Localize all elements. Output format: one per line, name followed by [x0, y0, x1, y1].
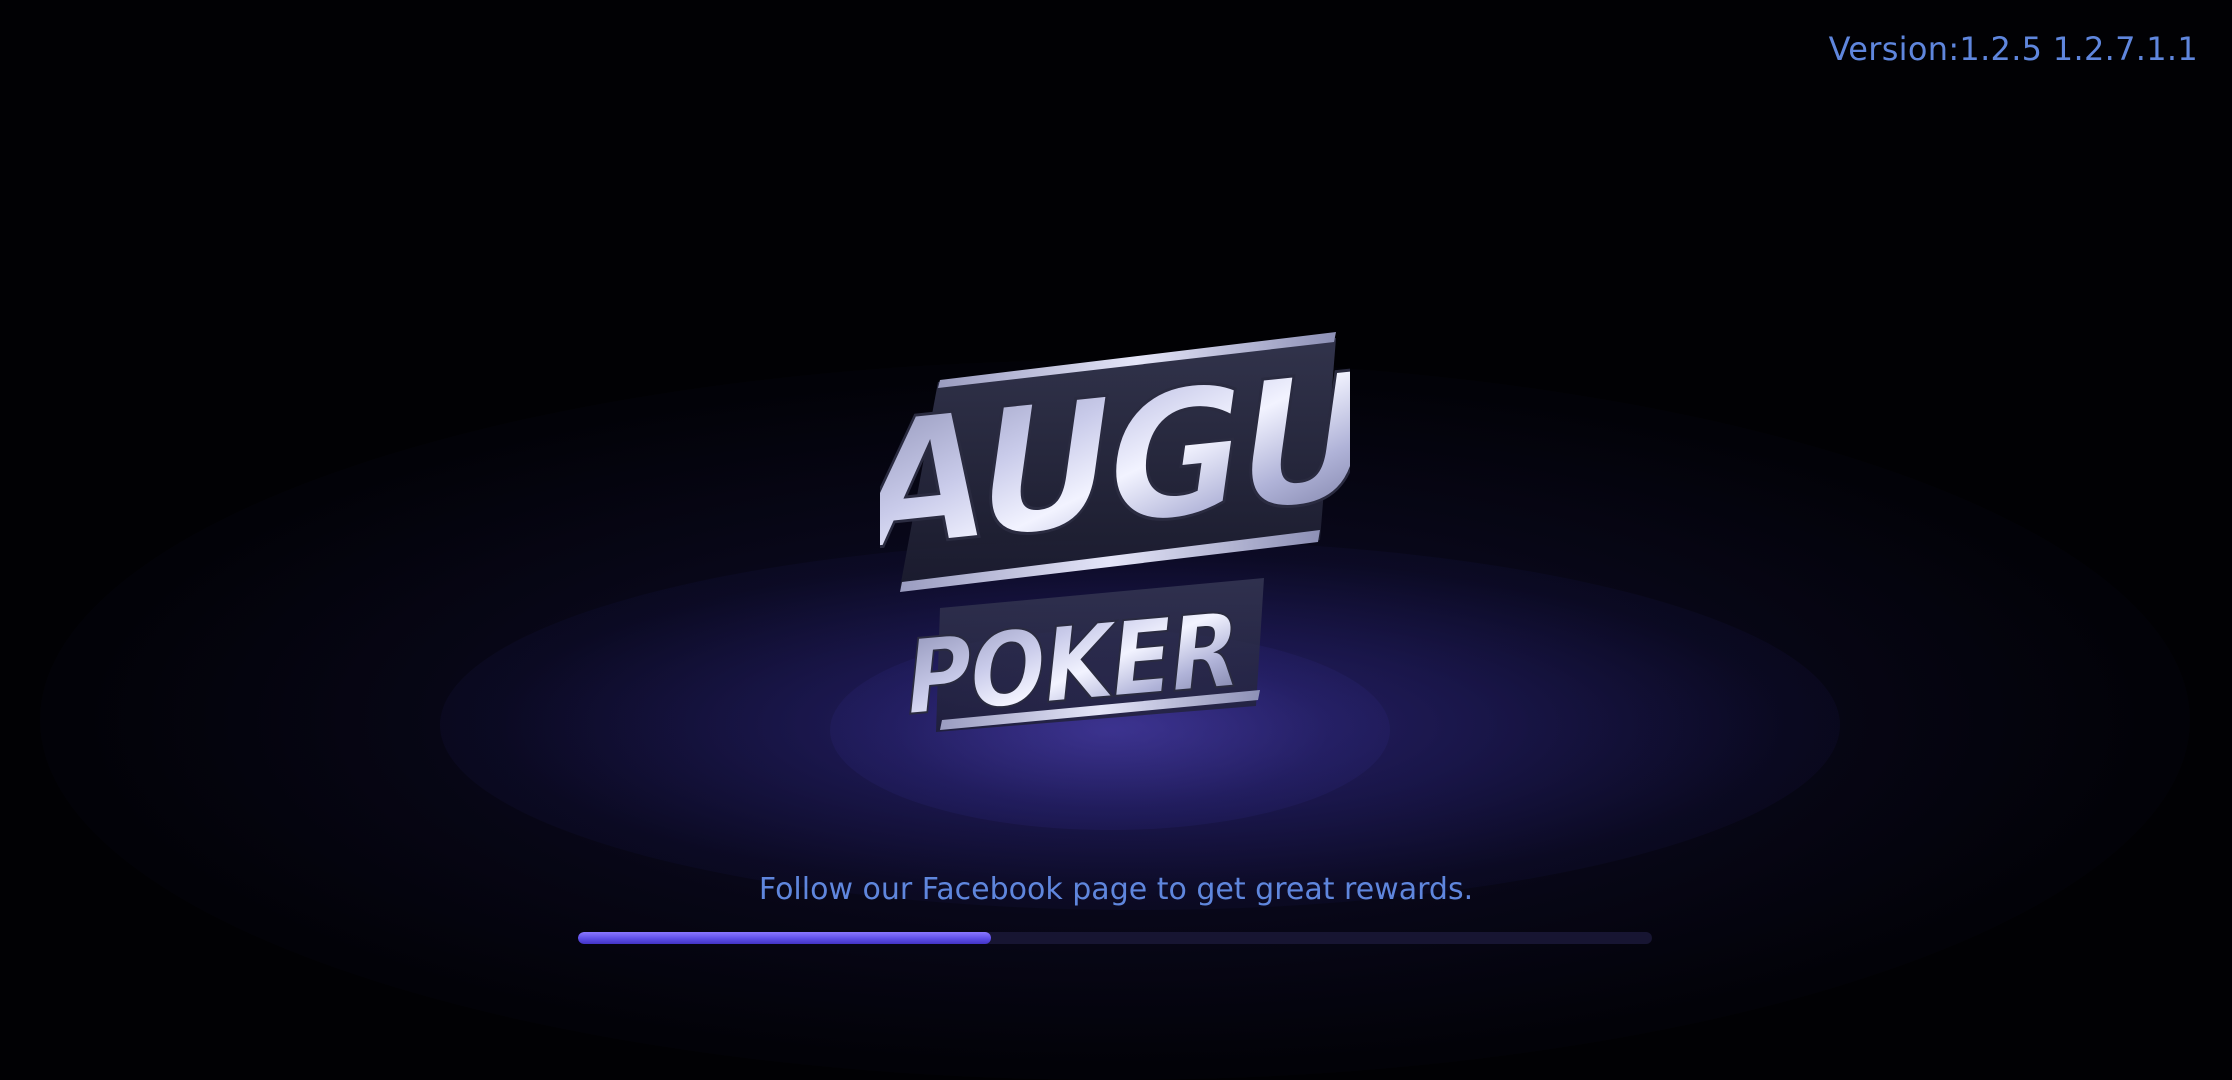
game-logo: AUGU POKER [880, 320, 1350, 740]
loading-screen: Version:1.2.5 1.2.7.1.1 AUGU POKER Follo… [0, 0, 2232, 1080]
logo-text-augu: AUGU [880, 332, 1350, 592]
version-label: Version:1.2.5 1.2.7.1.1 [1828, 30, 2198, 68]
loading-tip: Follow our Facebook page to get great re… [758, 872, 1474, 907]
augu-poker-logo: AUGU POKER [880, 330, 1350, 740]
loading-progress-bar [578, 932, 1652, 944]
loading-progress-fill [578, 932, 992, 944]
